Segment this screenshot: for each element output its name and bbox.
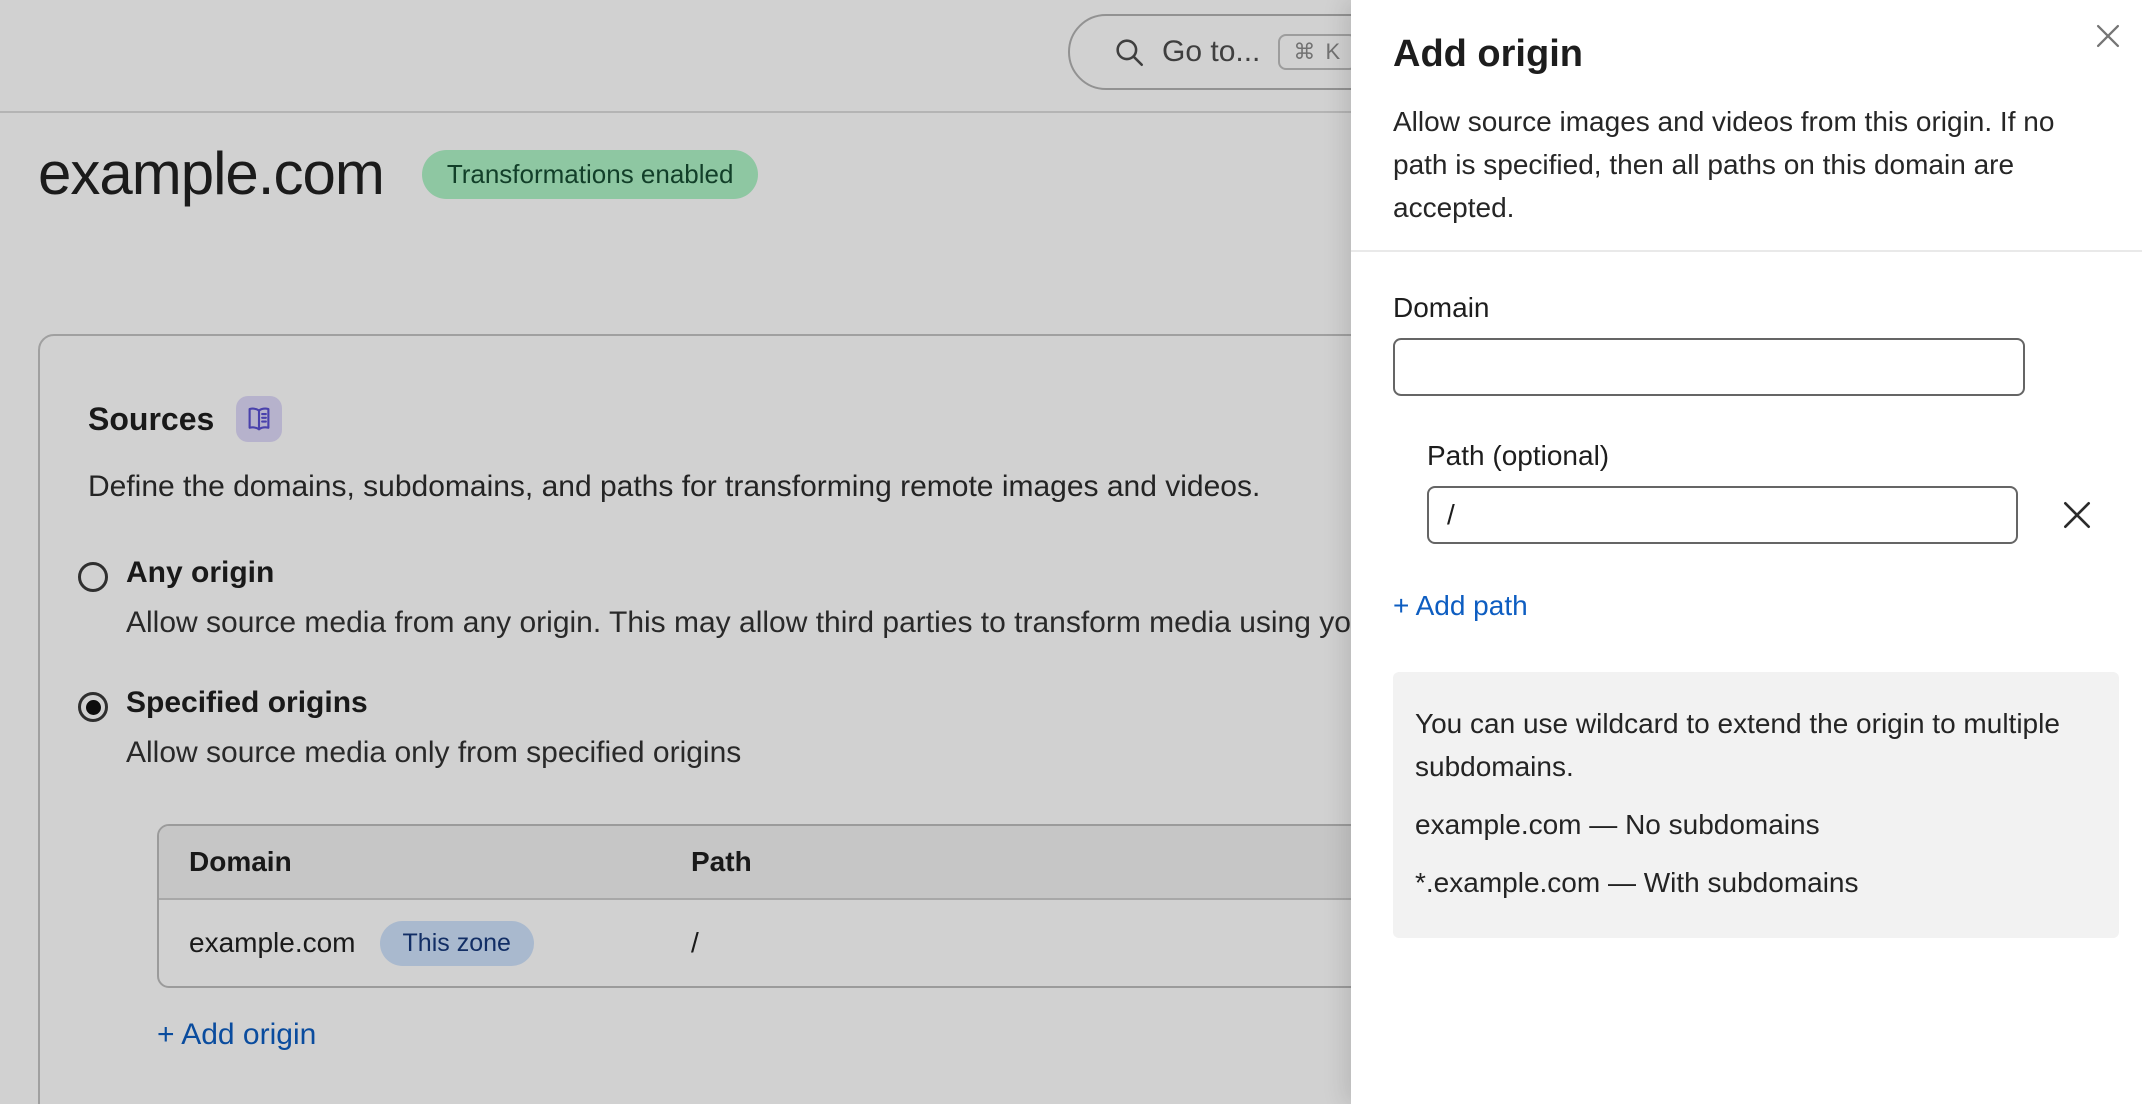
info-box-example-with-subdomains: *.example.com — With subdomains <box>1415 861 2097 904</box>
panel-description: Allow source images and videos from this… <box>1393 100 2113 229</box>
add-origin-panel: Add origin Allow source images and video… <box>1351 0 2142 1104</box>
close-panel-button[interactable] <box>2086 14 2130 58</box>
add-path-link[interactable]: + Add path <box>1393 590 1528 622</box>
info-box-example-no-subdomains: example.com — No subdomains <box>1415 803 2097 846</box>
path-group: Path (optional) <box>1427 440 2100 544</box>
domain-input[interactable] <box>1393 338 2025 396</box>
path-field-label: Path (optional) <box>1427 440 1609 471</box>
path-input[interactable] <box>1427 486 2018 544</box>
close-icon <box>2091 19 2125 53</box>
info-box-intro: You can use wildcard to extend the origi… <box>1415 702 2097 788</box>
remove-icon <box>2057 495 2097 535</box>
panel-title: Add origin <box>1393 30 2100 78</box>
remove-path-button[interactable] <box>2054 492 2100 538</box>
domain-field-label: Domain <box>1393 292 1489 323</box>
wildcard-info-box: You can use wildcard to extend the origi… <box>1393 672 2119 938</box>
